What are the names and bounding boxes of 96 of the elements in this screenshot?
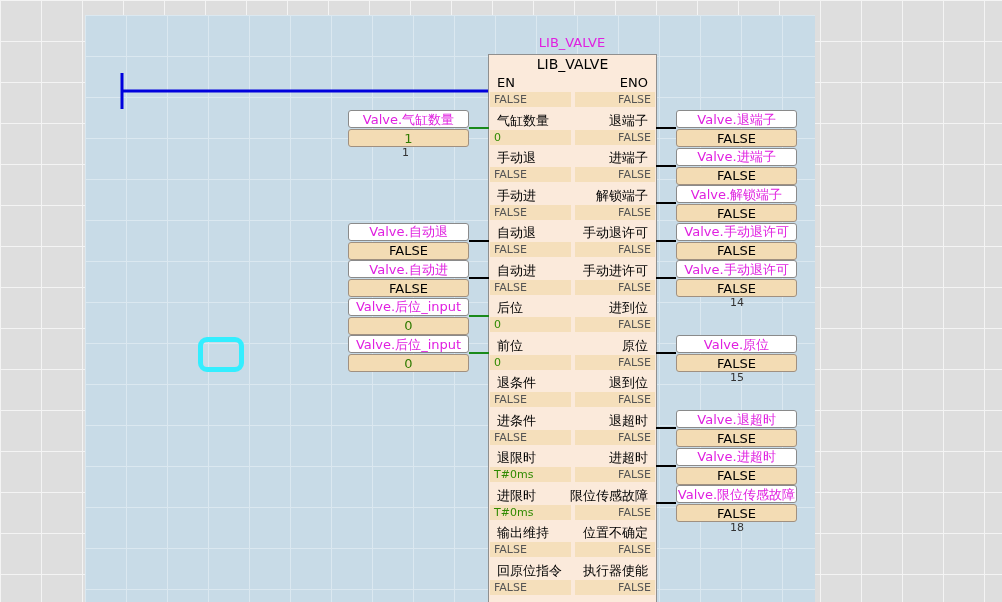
input-pin-value: T#0ms: [490, 467, 571, 482]
variable-name-box[interactable]: Valve.退端子: [676, 110, 797, 128]
wire: [656, 502, 676, 504]
input-pin-label: 回原位指令: [497, 563, 562, 577]
input-pin-value: FALSE: [490, 167, 571, 182]
wire: [469, 127, 489, 129]
input-pin-label: 后位: [497, 301, 523, 314]
input-pin-value: 0: [490, 354, 571, 370]
output-pin-value: FALSE: [574, 129, 655, 145]
input-pin-label: 自动进: [497, 263, 536, 277]
output-pin-value: FALSE: [574, 204, 655, 220]
output-pin-value: FALSE: [574, 542, 655, 557]
input-pin-label: 手动退: [497, 151, 536, 164]
variable-name-box[interactable]: Valve.解锁端子: [676, 185, 797, 203]
output-pin-label: 限位传感故障: [570, 488, 648, 502]
variable-value-box[interactable]: 0: [348, 354, 469, 372]
output-pin-label: 手动进许可: [583, 263, 648, 277]
output-pin-value: FALSE: [574, 317, 655, 332]
input-pin-label: 手动进: [497, 188, 536, 202]
input-pin-label: EN: [497, 76, 515, 89]
output-pin-value: FALSE: [574, 504, 655, 520]
input-pin-label: 前位: [497, 338, 523, 352]
input-pin-value: T#0ms: [490, 504, 571, 520]
output-pin-value: FALSE: [574, 392, 655, 407]
variable-name-box[interactable]: Valve.原位: [676, 335, 797, 353]
variable-name-box[interactable]: Valve.气缸数量: [348, 110, 469, 128]
variable-value-box[interactable]: FALSE: [348, 279, 469, 297]
input-pin-label: 自动退: [497, 226, 536, 239]
element-number: 18: [730, 522, 744, 533]
output-pin-value: FALSE: [574, 279, 655, 295]
input-pin-label: 输出维持: [497, 526, 549, 539]
instance-name[interactable]: LIB_VALVE: [488, 36, 656, 49]
wire: [656, 464, 676, 467]
element-number: 1: [402, 147, 409, 158]
output-pin-value: FALSE: [574, 354, 655, 370]
input-pin-value: FALSE: [490, 204, 571, 220]
variable-value-box[interactable]: FALSE: [676, 354, 797, 372]
input-pin-value: FALSE: [490, 92, 571, 107]
element-number: 14: [730, 297, 744, 308]
output-pin-value: FALSE: [574, 429, 655, 445]
wire: [469, 277, 489, 279]
output-pin-label: 原位: [622, 338, 648, 352]
variable-name-box[interactable]: Valve.手动退许可: [676, 260, 797, 278]
variable-value-box[interactable]: FALSE: [676, 204, 797, 222]
input-pin-value: FALSE: [490, 579, 571, 595]
input-pin-label: 退限时: [497, 451, 536, 464]
output-pin-value: FALSE: [574, 167, 655, 182]
output-pin-label: 手动退许可: [583, 226, 648, 239]
block-type: LIB_VALVE: [535, 55, 610, 73]
output-pin-label: 退超时: [609, 413, 648, 427]
variable-name-box[interactable]: Valve.限位传感故障: [676, 485, 797, 503]
output-pin-label: 解锁端子: [596, 188, 648, 202]
wire: [656, 127, 676, 129]
variable-value-box[interactable]: FALSE: [676, 429, 797, 447]
variable-value-box[interactable]: FALSE: [676, 129, 797, 147]
variable-value-box[interactable]: FALSE: [676, 279, 797, 297]
wire: [656, 239, 676, 242]
variable-value-box[interactable]: FALSE: [676, 504, 797, 522]
input-pin-value: FALSE: [490, 242, 571, 257]
wire: [656, 202, 676, 204]
input-pin-label: 进限时: [497, 488, 536, 502]
output-pin-label: 进端子: [609, 151, 648, 164]
variable-name-box[interactable]: Valve.自动进: [348, 260, 469, 278]
output-pin-value: FALSE: [574, 467, 655, 482]
output-pin-label: 进超时: [609, 451, 648, 464]
wire: [469, 352, 489, 354]
wire: [656, 427, 676, 429]
input-pin-value: FALSE: [490, 392, 571, 407]
input-pin-value: FALSE: [490, 429, 571, 445]
output-pin-label: 进到位: [609, 301, 648, 314]
function-block[interactable]: [488, 54, 657, 602]
wire: [656, 164, 676, 167]
input-pin-value: FALSE: [490, 542, 571, 557]
output-pin-label: 退端子: [609, 113, 648, 127]
output-pin-value: FALSE: [574, 579, 655, 595]
input-pin-value: 0: [490, 129, 571, 145]
element-number: 15: [730, 372, 744, 383]
input-pin-label: 进条件: [497, 413, 536, 427]
wire: [469, 314, 489, 317]
output-pin-value: FALSE: [574, 92, 655, 107]
input-pin-value: 0: [490, 317, 571, 332]
variable-value-box[interactable]: 1: [348, 129, 469, 147]
variable-name-box[interactable]: Valve.退超时: [676, 410, 797, 428]
selection-marker: [198, 337, 244, 372]
input-pin-label: 退条件: [497, 376, 536, 389]
wire: [656, 352, 676, 354]
output-pin-label: 位置不确定: [583, 526, 648, 539]
input-pin-label: 气缸数量: [497, 113, 549, 127]
output-pin-label: 执行器使能: [583, 563, 648, 577]
output-pin-value: FALSE: [574, 242, 655, 257]
variable-name-box[interactable]: Valve.后位_input: [348, 335, 469, 353]
output-pin-label: ENO: [619, 76, 648, 89]
wire: [469, 239, 489, 242]
input-pin-value: FALSE: [490, 279, 571, 295]
wire: [656, 277, 676, 279]
output-pin-label: 退到位: [609, 376, 648, 389]
